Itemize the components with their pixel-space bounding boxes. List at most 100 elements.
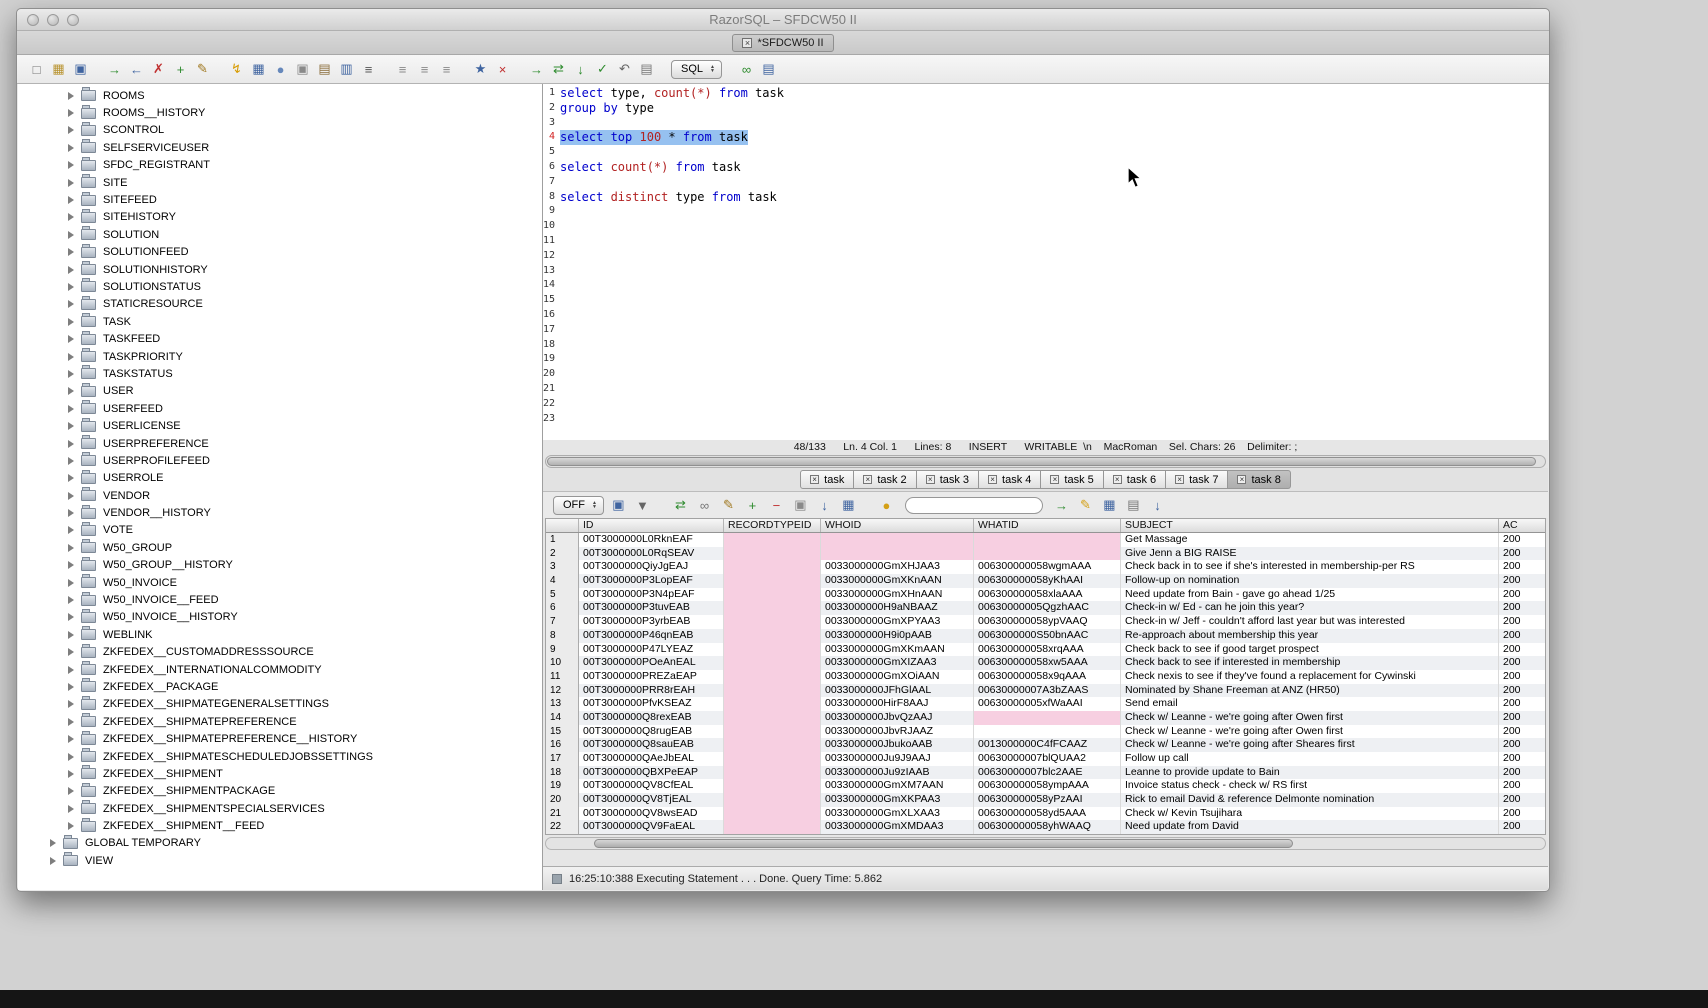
table-cell[interactable]: 0033000000GmXMDAA3	[821, 820, 974, 834]
edit-cell-icon[interactable]: ✎	[719, 496, 738, 515]
table-cell[interactable]: Check w/ Leanne - we're going after Owen…	[1121, 725, 1499, 739]
tree-item-staticresource[interactable]: STATICRESOURCE	[18, 296, 542, 313]
book-icon[interactable]: ▥	[337, 60, 356, 79]
disclosure-triangle-icon[interactable]	[68, 457, 74, 465]
preview-icon[interactable]: ●	[271, 60, 290, 79]
report-view-icon[interactable]: ▤	[1124, 496, 1143, 515]
disclosure-triangle-icon[interactable]	[68, 631, 74, 639]
export-table-icon[interactable]: ←	[127, 60, 146, 79]
table-cell[interactable]: 200	[1499, 684, 1545, 698]
edit-sql-icon[interactable]: ✎	[1076, 496, 1095, 515]
table-cell[interactable]: 00T3000000P3N4pEAF	[579, 588, 724, 602]
disclosure-triangle-icon[interactable]	[68, 700, 74, 708]
disclosure-triangle-icon[interactable]	[68, 579, 74, 587]
table-cell[interactable]	[724, 725, 821, 739]
table-cell[interactable]: 00630000007blc2AAE	[974, 766, 1121, 780]
disclosure-triangle-icon[interactable]	[68, 596, 74, 604]
disclosure-triangle-icon[interactable]	[68, 544, 74, 552]
table-cell[interactable]	[724, 738, 821, 752]
disclosure-triangle-icon[interactable]	[68, 805, 74, 813]
results-scrollbar-thumb[interactable]	[594, 839, 1293, 848]
tab-close-icon[interactable]: ×	[988, 475, 997, 484]
row-number-cell[interactable]: 11	[546, 670, 579, 684]
row-number-cell[interactable]: 14	[546, 711, 579, 725]
tree-item-sitefeed[interactable]: SITEFEED	[18, 191, 542, 208]
table-cell[interactable]	[724, 684, 821, 698]
row-number-cell[interactable]: 5	[546, 588, 579, 602]
tree-item-userfeed[interactable]: USERFEED	[18, 400, 542, 417]
table-cell[interactable]: 00T3000000Q8rexEAB	[579, 711, 724, 725]
table-cell[interactable]: 00T3000000POeAnEAL	[579, 656, 724, 670]
table-cell[interactable]: 0033000000Ju9J9AAJ	[821, 752, 974, 766]
tree-item-selfserviceuser[interactable]: SELFSERVICEUSER	[18, 139, 542, 156]
table-cell[interactable]: 200	[1499, 533, 1545, 547]
disclosure-triangle-icon[interactable]	[68, 196, 74, 204]
tree-item-zkfedex-shipment[interactable]: ZKFEDEX__SHIPMENT	[18, 765, 542, 782]
table-cell[interactable]: 200	[1499, 766, 1545, 780]
disclosure-triangle-icon[interactable]	[68, 422, 74, 430]
table-cell[interactable]: Check nexis to see if they've found a re…	[1121, 670, 1499, 684]
disclosure-triangle-icon[interactable]	[50, 839, 56, 847]
table-cell[interactable]: Re-approach about membership this year	[1121, 629, 1499, 643]
tree-item-solutionfeed[interactable]: SOLUTIONFEED	[18, 244, 542, 261]
tree-item-vote[interactable]: VOTE	[18, 522, 542, 539]
column-header-recordtypeid[interactable]: RECORDTYPEID	[724, 519, 821, 532]
results-search-input[interactable]	[905, 497, 1043, 514]
table-cell[interactable]	[724, 547, 821, 561]
grid-view-icon[interactable]: ▦	[1100, 496, 1119, 515]
minimize-window-button[interactable]	[47, 14, 59, 26]
row-number-header[interactable]	[546, 519, 579, 532]
row-number-cell[interactable]: 6	[546, 601, 579, 615]
tree-item-rooms[interactable]: ROOMS	[18, 87, 542, 104]
table-cell[interactable]: 200	[1499, 629, 1545, 643]
row-number-cell[interactable]: 10	[546, 656, 579, 670]
row-number-cell[interactable]: 17	[546, 752, 579, 766]
table-cell[interactable]: 00T3000000P3LopEAF	[579, 574, 724, 588]
tree-item-zkfedex-shipmatescheduledjobssettings[interactable]: ZKFEDEX__SHIPMATESCHEDULEDJOBSSETTINGS	[18, 748, 542, 765]
row-number-cell[interactable]: 13	[546, 697, 579, 711]
table-cell[interactable]: 200	[1499, 547, 1545, 561]
tree-item-scontrol[interactable]: SCONTROL	[18, 122, 542, 139]
table-cell[interactable]: 00T3000000L0RknEAF	[579, 533, 724, 547]
tree-item-zkfedex-shipmentspecialservices[interactable]: ZKFEDEX__SHIPMENTSPECIALSERVICES	[18, 800, 542, 817]
tab-close-icon[interactable]: ×	[810, 475, 819, 484]
table-row[interactable]: 1100T3000000PREZaEAP0033000000GmXOiAAN00…	[546, 670, 1545, 684]
execute-sql-icon[interactable]: ↯	[227, 60, 246, 79]
table-cell[interactable]: 0033000000JbvRJAAZ	[821, 725, 974, 739]
tab-close-icon[interactable]: ×	[1113, 475, 1122, 484]
table-cell[interactable]: 00T3000000Q8sauEAB	[579, 738, 724, 752]
disclosure-triangle-icon[interactable]	[68, 126, 74, 134]
table-row[interactable]: 1300T3000000PfvKSEAZ0033000000HirF8AAJ00…	[546, 697, 1545, 711]
table-cell[interactable]: 200	[1499, 793, 1545, 807]
tree-item-zkfedex-shipment-feed[interactable]: ZKFEDEX__SHIPMENT__FEED	[18, 817, 542, 834]
table-row[interactable]: 2100T3000000QV8wsEAD0033000000GmXLXAA300…	[546, 807, 1545, 821]
table-cell[interactable]: 0033000000GmXLXAA3	[821, 807, 974, 821]
table-cell[interactable]	[724, 533, 821, 547]
disclosure-triangle-icon[interactable]	[68, 283, 74, 291]
disclosure-triangle-icon[interactable]	[68, 666, 74, 674]
editor-scrollbar[interactable]	[545, 455, 1546, 468]
disclosure-triangle-icon[interactable]	[68, 613, 74, 621]
tree-item-w50-group-history[interactable]: W50_GROUP__HISTORY	[18, 557, 542, 574]
tree-item-solutionhistory[interactable]: SOLUTIONHISTORY	[18, 261, 542, 278]
table-cell[interactable]: 200	[1499, 779, 1545, 793]
filter-sort-icon[interactable]: ▼	[633, 496, 652, 515]
table-cell[interactable]: 200	[1499, 601, 1545, 615]
table-cell[interactable]	[724, 820, 821, 834]
table-cell[interactable]: 00T3000000P47LYEAZ	[579, 643, 724, 657]
table-cell[interactable]	[724, 807, 821, 821]
document-tab[interactable]: × *SFDCW50 II	[732, 34, 833, 52]
table-row[interactable]: 1500T3000000Q8rugEAB0033000000JbvRJAAZCh…	[546, 725, 1545, 739]
disclosure-triangle-icon[interactable]	[68, 822, 74, 830]
table-cell[interactable]: 00T3000000Q8rugEAB	[579, 725, 724, 739]
tab-close-icon[interactable]: ×	[926, 475, 935, 484]
row-number-cell[interactable]: 16	[546, 738, 579, 752]
table-cell[interactable]	[724, 588, 821, 602]
search-go-icon[interactable]: →	[1052, 496, 1071, 515]
align-center-icon[interactable]: ≡	[415, 60, 434, 79]
table-cell[interactable]	[724, 560, 821, 574]
disclosure-triangle-icon[interactable]	[68, 770, 74, 778]
disclosure-triangle-icon[interactable]	[50, 857, 56, 865]
zoom-window-button[interactable]	[67, 14, 79, 26]
table-cell[interactable]: Check back in to see if she's interested…	[1121, 560, 1499, 574]
